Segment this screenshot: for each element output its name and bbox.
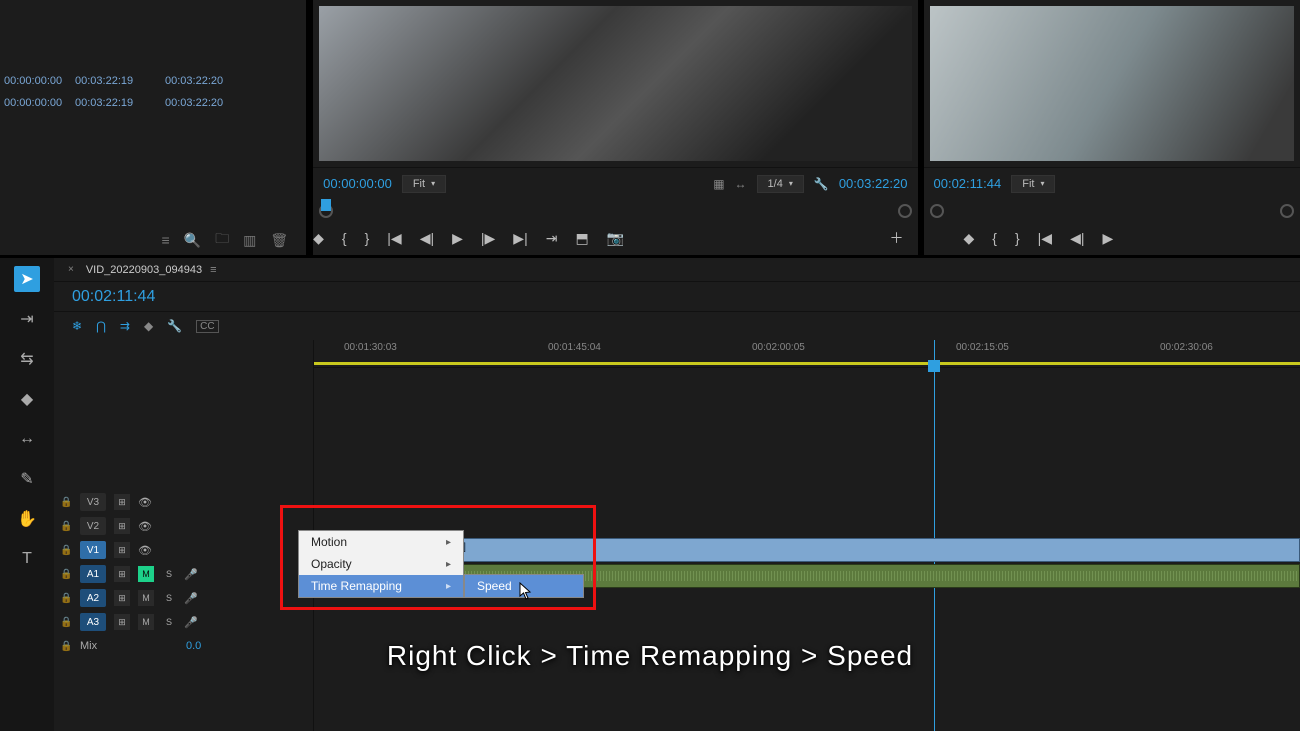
ripple-edit-tool[interactable]: ⇆ [14,346,40,372]
go-out-icon[interactable]: ▶| [513,230,527,247]
mouse-cursor-icon [519,582,533,600]
source-preview[interactable] [319,6,911,161]
linked-selection-icon[interactable]: ⇉ [120,319,130,333]
fit-select[interactable]: Fit▾ [402,175,446,193]
bin-row[interactable]: 00:00:00:00 00:03:22:19 00:03:22:20 [0,70,306,92]
bin-cell: 00:03:22:19 [75,97,165,109]
snap-icon[interactable]: ❄ [72,319,82,333]
track-v2[interactable]: 🔒V2⊞👁 [54,514,313,538]
cc-icon[interactable]: CC [196,320,218,333]
bin-cell: 00:00:00:00 [0,75,75,87]
ruler-mark: 00:01:45:04 [548,342,601,353]
timeline-playhead[interactable] [934,340,935,731]
sequence-name: VID_20220903_094943 [86,264,202,276]
bin-row[interactable]: 00:00:00:00 00:03:22:19 00:03:22:20 [0,92,306,114]
fit-select[interactable]: Fit▾ [1011,175,1055,193]
magnet-icon[interactable]: ⋂ [96,319,106,333]
track-a2[interactable]: 🔒A2⊞MS🎤 [54,586,313,610]
track-select-tool[interactable]: ⇥ [14,306,40,332]
preview-image [930,6,1294,161]
playhead-timecode[interactable]: 00:02:11:44 [54,288,284,306]
marker-icon[interactable]: ◆ [964,230,975,247]
play-icon[interactable]: ▶ [452,230,463,247]
source-scrub-bar[interactable] [319,199,911,221]
close-icon[interactable]: × [68,264,74,275]
wrench-icon[interactable]: 🔧 [167,319,182,333]
source-out-timecode[interactable]: 00:03:22:20 [839,176,908,191]
source-monitor: 00:00:00:00 Fit▾ ▦ ↔ 1/4▾ 🔧 00:03:22:20 … [313,0,917,255]
program-preview[interactable] [930,6,1294,161]
tab-menu-icon[interactable]: ≡ [210,264,216,276]
project-panel[interactable]: 00:00:00:00 00:03:22:19 00:03:22:20 00:0… [0,0,307,255]
time-ruler[interactable]: 00:01:30:03 00:01:45:04 00:02:00:05 00:0… [314,340,1300,368]
selection-tool[interactable]: ➤ [14,266,40,292]
ruler-mark: 00:01:30:03 [344,342,397,353]
out-point-icon[interactable]: } [1015,230,1020,246]
instruction-caption: Right Click > Time Remapping > Speed [0,640,1300,672]
insert-icon[interactable]: ⇥ [546,230,558,247]
program-timecode[interactable]: 00:02:11:44 [934,176,1002,191]
track-a1[interactable]: 🔒A1⊞MS🎤 [54,562,313,586]
in-point-icon[interactable]: { [342,230,347,246]
export-frame-icon[interactable]: 📷 [607,230,624,247]
in-out-icon[interactable]: ↔ [735,177,747,191]
program-monitor: 00:02:11:44 Fit▾ ◆ { } |◀ ◀| ▶ [924,0,1300,255]
overwrite-icon[interactable]: ⬒ [575,230,588,247]
track-a3[interactable]: 🔒A3⊞MS🎤 [54,610,313,634]
hand-tool[interactable]: ✋ [14,506,40,532]
overlay-icon[interactable]: ▦ [713,177,724,191]
menu-motion[interactable]: Motion▸ [299,531,463,553]
program-scrub-bar[interactable] [930,199,1294,221]
search-icon[interactable]: 🔍 [184,232,201,249]
ruler-mark: 00:02:30:06 [1160,342,1213,353]
scale-select[interactable]: 1/4▾ [757,175,804,193]
go-in-icon[interactable]: |◀ [1038,230,1052,247]
track-v1[interactable]: 🔒V1⊞👁 [54,538,313,562]
source-in-timecode[interactable]: 00:00:00:00 [323,176,392,191]
menu-opacity[interactable]: Opacity▸ [299,553,463,575]
trash-icon[interactable]: 🗑 [270,232,288,249]
pen-tool[interactable]: ✎ [14,466,40,492]
preview-image [319,6,911,161]
marker-icon[interactable]: ◆ [144,319,153,333]
step-back-icon[interactable]: ◀| [420,230,434,247]
work-area-bar[interactable] [314,362,1300,365]
source-playhead[interactable] [321,199,331,211]
out-point-icon[interactable]: } [365,230,370,246]
marker-icon[interactable]: ◆ [313,230,324,247]
step-back-icon[interactable]: ◀| [1070,230,1084,247]
list-view-icon[interactable]: ≡ [162,232,170,248]
razor-tool[interactable]: ◆ [14,386,40,412]
menu-time-remapping[interactable]: Time Remapping▸ [299,575,463,597]
context-menu[interactable]: Motion▸ Opacity▸ Time Remapping▸ [298,530,464,598]
play-icon[interactable]: ▶ [1102,230,1113,247]
ruler-mark: 00:02:15:05 [956,342,1009,353]
slip-tool[interactable]: ↔ [14,426,40,452]
type-tool[interactable]: T [14,546,40,572]
ruler-mark: 00:02:00:05 [752,342,805,353]
bin-cell: 00:00:00:00 [0,97,75,109]
sequence-tab[interactable]: × VID_20220903_094943 ≡ [54,258,1300,282]
bin-cell: 00:03:22:19 [75,75,165,87]
track-headers: 🔒V3⊞👁 🔒V2⊞👁 🔒V1⊞👁 🔒A1⊞MS🎤 🔒A2⊞MS🎤 🔒A3⊞MS… [54,340,314,731]
step-fwd-icon[interactable]: |▶ [481,230,495,247]
in-point-icon[interactable]: { [992,230,997,246]
go-in-icon[interactable]: |◀ [387,230,401,247]
bin-cell: 00:03:22:20 [165,75,255,87]
add-button-icon[interactable]: ＋ [890,228,904,248]
wrench-icon[interactable]: 🔧 [814,177,829,191]
track-v3[interactable]: 🔒V3⊞👁 [54,490,313,514]
bin-cell: 00:03:22:20 [165,97,255,109]
new-bin-icon[interactable]: 🗀 [215,228,229,252]
new-item-icon[interactable]: ▥ [243,232,256,249]
